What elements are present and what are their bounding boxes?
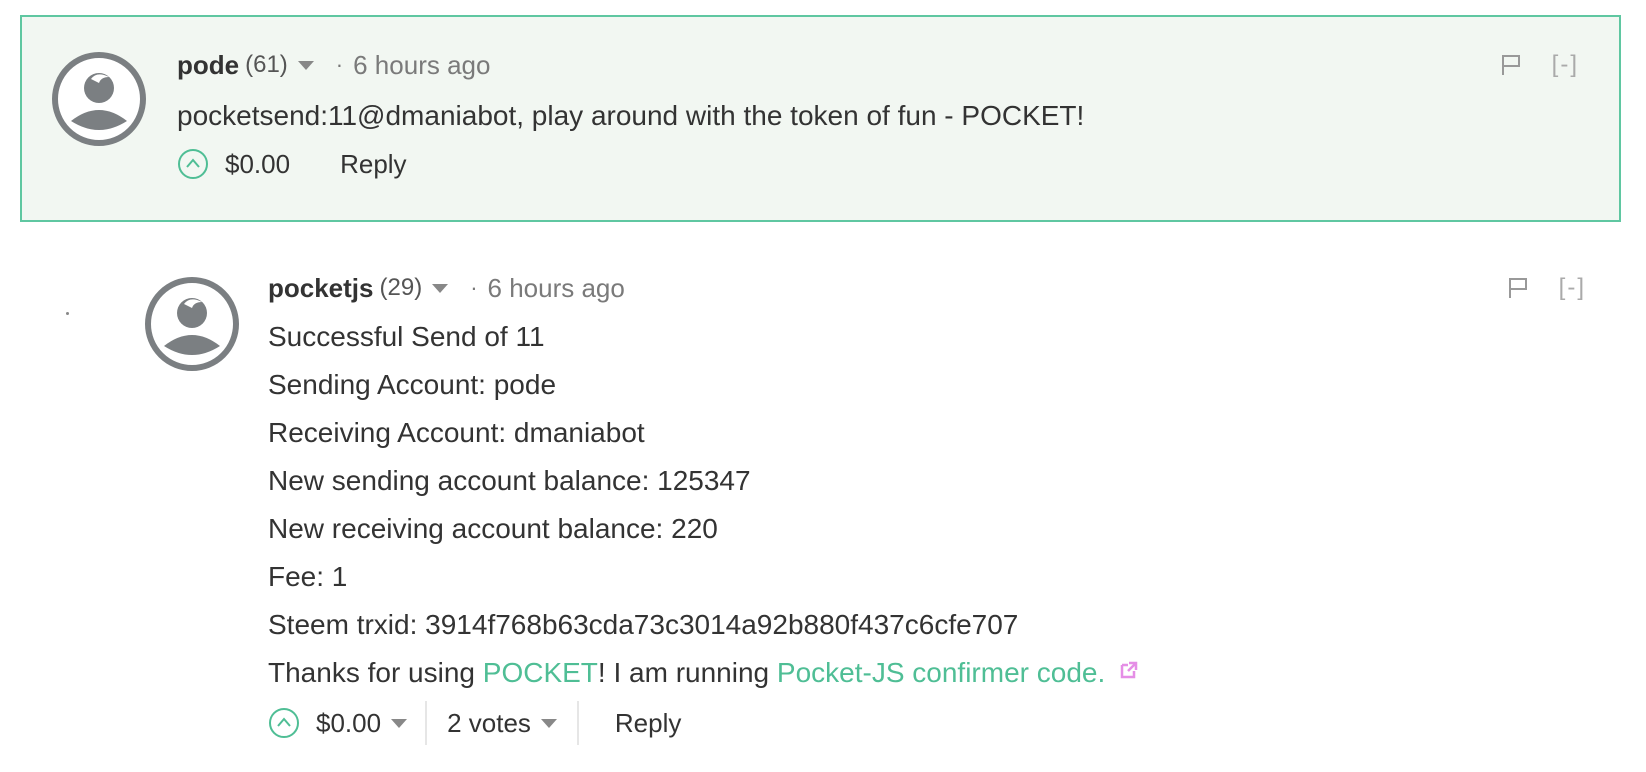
- payout-value[interactable]: $0.00: [225, 149, 290, 180]
- text-line: Steem trxid: 3914f768b63cda73c3014a92b88…: [268, 609, 1019, 640]
- comment-pocketjs: pocketjs (29) · 6 hours ago [-] Successf…: [20, 240, 1626, 760]
- comment-actions: $0.00 Reply: [177, 142, 1579, 186]
- payout-dropdown[interactable]: $0.00: [316, 707, 408, 739]
- flag-icon[interactable]: [1500, 53, 1522, 77]
- timestamp[interactable]: 6 hours ago: [488, 273, 625, 304]
- collapse-toggle[interactable]: [-]: [1559, 274, 1586, 302]
- upvote-chevron-icon[interactable]: [177, 148, 209, 180]
- confirmer-code-link[interactable]: Pocket-JS confirmer code.: [777, 657, 1105, 688]
- text-line: Receiving Account: dmaniabot: [268, 417, 645, 448]
- votes-count: 2 votes: [447, 707, 531, 738]
- external-link-icon: [1120, 661, 1138, 679]
- comment-text: Successful Send of 11 Sending Account: p…: [268, 313, 1586, 697]
- comment-tools: [-]: [1507, 271, 1586, 305]
- timestamp[interactable]: 6 hours ago: [353, 50, 490, 81]
- text-line: pocketsend:11@dmaniabot, play around wit…: [177, 100, 1085, 131]
- author-reputation: (29): [379, 274, 423, 301]
- text-line-thanks: Thanks for using POCKET! I am running Po…: [268, 649, 1586, 697]
- comment-pode: pode (61) · 6 hours ago [-] pocketsend:1…: [20, 15, 1621, 222]
- text-line: Fee: 1: [268, 561, 348, 592]
- payout-amount: $0.00: [225, 148, 291, 179]
- author-name[interactable]: pode: [177, 50, 239, 81]
- caret-down-icon: [540, 718, 557, 728]
- payout-amount: $0.00: [316, 707, 382, 738]
- thanks-middle: ! I am running: [597, 657, 777, 688]
- text-line: Successful Send of 11: [268, 321, 545, 352]
- comment-body: pocketjs (29) · 6 hours ago [-] Successf…: [268, 271, 1586, 745]
- reply-button[interactable]: Reply: [340, 149, 406, 180]
- comment-tools: [-]: [1500, 48, 1579, 82]
- caret-down-icon[interactable]: [297, 60, 314, 70]
- reply-button[interactable]: Reply: [615, 708, 681, 739]
- separator-dot: ·: [470, 275, 478, 300]
- flag-icon[interactable]: [1507, 276, 1529, 300]
- comment-header: pode (61) · 6 hours ago: [177, 48, 1579, 82]
- text-line: Sending Account: pode: [268, 369, 557, 400]
- thanks-prefix: Thanks for using: [268, 657, 483, 688]
- caret-down-icon[interactable]: [432, 283, 449, 293]
- text-line: New sending account balance: 125347: [268, 465, 751, 496]
- avatar-icon[interactable]: [144, 276, 240, 372]
- author-name[interactable]: pocketjs: [268, 273, 374, 304]
- upvote-chevron-icon[interactable]: [268, 707, 300, 739]
- avatar-icon[interactable]: [51, 51, 147, 147]
- comment-body: pode (61) · 6 hours ago [-] pocketsend:1…: [177, 48, 1579, 186]
- comment-actions: $0.00 2 votes Reply: [268, 701, 1586, 745]
- comment-text: pocketsend:11@dmaniabot, play around wit…: [177, 92, 1579, 140]
- votes-dropdown[interactable]: 2 votes: [425, 701, 579, 745]
- separator-dot: ·: [335, 52, 344, 77]
- pocket-link[interactable]: POCKET: [483, 657, 598, 688]
- author-reputation: (61): [245, 51, 288, 78]
- caret-down-icon: [391, 718, 408, 728]
- text-line: New receiving account balance: 220: [268, 513, 718, 544]
- comment-header: pocketjs (29) · 6 hours ago: [268, 271, 1586, 305]
- collapse-toggle[interactable]: [-]: [1552, 51, 1579, 79]
